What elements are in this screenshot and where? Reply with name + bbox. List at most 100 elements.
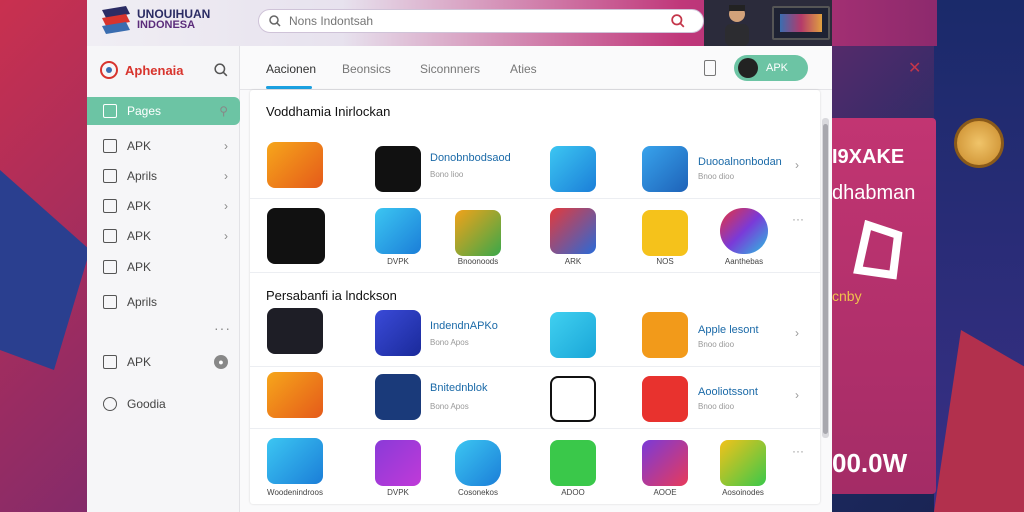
chevron-right-icon[interactable]: › [795, 326, 799, 340]
app-icon[interactable] [375, 374, 421, 420]
sidebar-item-apk[interactable]: APK › [87, 132, 240, 160]
sidebar-search-icon[interactable] [214, 63, 228, 77]
promo-price: 00.0W [832, 448, 908, 478]
avatar [738, 58, 758, 78]
more-icon[interactable]: ··· [792, 212, 804, 226]
sidebar-item-goodia[interactable]: Goodia [87, 390, 240, 418]
app-caption: NOS [656, 257, 674, 266]
app-icon[interactable] [267, 208, 325, 264]
divider [250, 198, 820, 199]
app-icon[interactable] [642, 312, 688, 358]
app-caption: ADOO [561, 488, 585, 497]
app-icon[interactable] [267, 308, 323, 354]
app-icon[interactable] [267, 142, 323, 188]
window-icon [103, 355, 117, 369]
app-name[interactable]: Donobnbodsaod [430, 152, 511, 164]
app-caption: Cosonekos [457, 488, 499, 497]
chevron-right-icon[interactable]: › [795, 158, 799, 172]
sidebar-item-aprils[interactable]: Aprils › [87, 162, 240, 190]
brand-line2: INDONESA [137, 19, 196, 31]
app-icon[interactable] [642, 210, 688, 256]
more-icon[interactable]: ··· [792, 444, 804, 458]
app-icon[interactable] [550, 208, 596, 254]
app-subtitle: Bono Apos [430, 402, 469, 411]
app-caption: Bnoonoods [457, 257, 499, 266]
app-icon[interactable] [455, 440, 501, 486]
search-icon: ⚲ [219, 104, 228, 118]
search-bar[interactable] [258, 9, 704, 33]
app-icon[interactable] [455, 210, 501, 256]
tab-bar: Aacionen Beonsics Siconnners Aties APK [240, 46, 832, 90]
promo-title: I9XAKE [832, 146, 905, 168]
sidebar-item-apk[interactable]: APK › [87, 222, 240, 250]
apps-panel: Voddhamia Inirlockan Donobnbodsaod Bono … [250, 90, 820, 504]
tab-beonsics[interactable]: Beonsics [342, 62, 391, 76]
search-submit-icon[interactable] [671, 14, 685, 28]
brand-name: UNOUIHUAN INDONESA [137, 8, 210, 31]
app-icon[interactable] [375, 440, 421, 486]
scrollbar[interactable] [822, 118, 829, 438]
app-icon[interactable] [550, 440, 596, 486]
app-caption: Aosoinodes [722, 488, 764, 497]
bookmark-icon[interactable] [704, 60, 716, 76]
app-icon[interactable] [267, 372, 323, 418]
divider [250, 272, 820, 273]
app-name[interactable]: Apple lesont [698, 324, 759, 336]
active-tab-indicator [266, 86, 312, 89]
tab-aties[interactable]: Aties [510, 62, 537, 76]
upload-icon [103, 260, 117, 274]
app-name[interactable]: Bnitednblok [430, 382, 488, 394]
app-icon[interactable] [550, 146, 596, 192]
app-icon[interactable] [550, 312, 596, 358]
more-icon[interactable]: ··· [214, 320, 231, 336]
app-name[interactable]: Duooalnonbodan [698, 156, 782, 168]
sidebar-item-label: Aprils [127, 169, 158, 183]
book-icon [103, 199, 117, 213]
chevron-right-icon: › [224, 169, 228, 183]
sidebar-item-apk[interactable]: APK › [87, 192, 240, 220]
brand-logo [102, 6, 130, 34]
chevron-right-icon[interactable]: › [795, 388, 799, 402]
sidebar-item-apk[interactable]: APK ● [87, 348, 240, 376]
app-icon[interactable] [375, 146, 421, 192]
sidebar-item-aprils[interactable]: Aprils [87, 288, 240, 316]
sidebar-item-apk[interactable]: APK [87, 253, 240, 281]
close-icon[interactable]: ✕ [908, 58, 921, 78]
tab-siconnners[interactable]: Siconnners [420, 62, 480, 76]
promo-banner[interactable]: I9XAKE dhabman cnby 00.0W [832, 118, 936, 494]
app-icon[interactable] [720, 440, 766, 486]
app-icon[interactable] [375, 208, 421, 254]
app-icon[interactable] [550, 376, 596, 422]
app-caption: Aanthebas [724, 257, 764, 266]
app-subtitle: Bnoo dioo [698, 172, 735, 181]
divider [250, 366, 820, 367]
clock-icon [103, 397, 117, 411]
sidebar-title: Aphenaia [125, 62, 184, 78]
search-input[interactable] [289, 14, 671, 28]
sidebar-item-pages[interactable]: Pages ⚲ [87, 97, 240, 125]
app-icon[interactable] [375, 310, 421, 356]
app-subtitle: Bono lioo [430, 170, 464, 179]
app-icon[interactable] [267, 438, 323, 484]
grid-icon [103, 104, 117, 118]
app-icon[interactable] [720, 208, 768, 254]
app-caption: DVPK [387, 488, 409, 497]
scrollbar-thumb[interactable] [823, 124, 828, 434]
app-caption: ARK [564, 257, 582, 266]
sidebar-item-label: Aprils [127, 295, 158, 309]
search-icon [269, 15, 281, 27]
app-icon[interactable] [642, 146, 688, 192]
apk-button[interactable]: APK [734, 55, 808, 81]
app-name[interactable]: Aooliotssont [698, 386, 758, 398]
app-icon[interactable] [642, 440, 688, 486]
tab-aacionen[interactable]: Aacionen [266, 62, 316, 76]
section-title: Persabanfi ia lndckson [266, 288, 397, 303]
app-icon[interactable] [642, 376, 688, 422]
folder-icon [103, 169, 117, 183]
app-caption: AOOE [653, 488, 677, 497]
file-icon [103, 229, 117, 243]
app-name[interactable]: IndendnAPKo [430, 320, 498, 332]
app-logo-icon [100, 61, 118, 79]
app-caption: DVPK [387, 257, 409, 266]
apk-button-label: APK [766, 62, 789, 74]
